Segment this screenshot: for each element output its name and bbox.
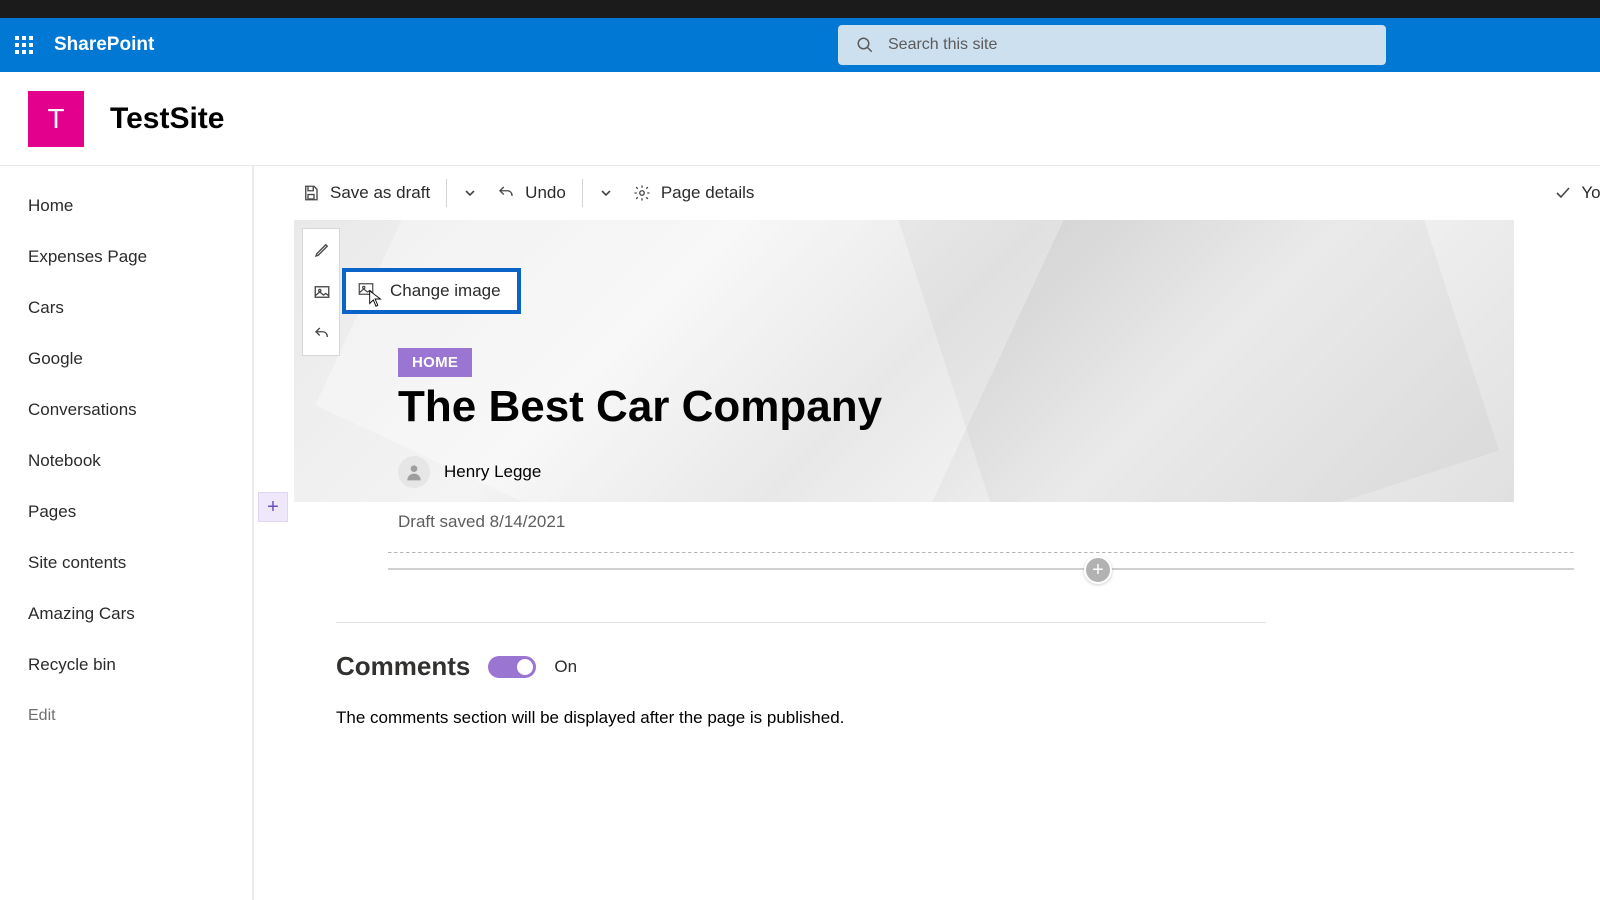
undo-dropdown[interactable]: [589, 187, 623, 199]
comments-toggle-label: On: [554, 657, 577, 677]
gear-icon: [633, 184, 651, 202]
person-icon: [404, 462, 424, 482]
nav-item-home[interactable]: Home: [0, 180, 252, 231]
chevron-down-icon: [600, 187, 612, 199]
browser-top-bar: [0, 0, 1600, 18]
draft-status: Draft saved 8/14/2021: [294, 512, 1514, 532]
author-row: Henry Legge: [398, 456, 541, 488]
reset-tool-button[interactable]: [303, 313, 341, 355]
checkmark-icon: [1555, 185, 1571, 201]
nav-item-cars[interactable]: Cars: [0, 282, 252, 333]
avatar[interactable]: [398, 456, 430, 488]
dashed-line: [388, 552, 1574, 553]
site-title[interactable]: TestSite: [110, 102, 224, 136]
hero-badge: HOME: [398, 348, 472, 377]
save-as-draft-button[interactable]: Save as draft: [292, 177, 440, 209]
comments-block: Comments On The comments section will be…: [294, 622, 1514, 728]
site-logo[interactable]: T: [28, 91, 84, 147]
undo-icon: [497, 184, 515, 202]
comments-heading: Comments: [336, 651, 470, 682]
nav-item-conversations[interactable]: Conversations: [0, 384, 252, 435]
page-title[interactable]: The Best Car Company: [398, 382, 882, 432]
separator: [336, 622, 1266, 623]
edit-tool-button[interactable]: [303, 229, 341, 271]
cursor-icon: [366, 290, 386, 308]
solid-line: [388, 568, 1574, 570]
app-launcher-button[interactable]: [0, 18, 48, 72]
left-navigation: Home Expenses Page Cars Google Conversat…: [0, 166, 254, 900]
divider: [446, 179, 447, 207]
comments-hint: The comments section will be displayed a…: [336, 708, 1514, 728]
nav-item-pages[interactable]: Pages: [0, 486, 252, 537]
nav-item-google[interactable]: Google: [0, 333, 252, 384]
page-details-label: Page details: [661, 183, 755, 203]
suite-brand[interactable]: SharePoint: [54, 34, 154, 56]
page-details-button[interactable]: Page details: [623, 177, 765, 209]
nav-item-notebook[interactable]: Notebook: [0, 435, 252, 486]
hero-edit-toolbar: [302, 228, 340, 356]
comments-toggle[interactable]: [488, 656, 536, 678]
suite-header: SharePoint: [0, 18, 1600, 72]
nav-item-expenses[interactable]: Expenses Page: [0, 231, 252, 282]
author-name[interactable]: Henry Legge: [444, 462, 541, 482]
nav-item-sitecontents[interactable]: Site contents: [0, 537, 252, 588]
hero-banner[interactable]: Change image HOME The Best Car Company H…: [294, 220, 1514, 502]
chevron-down-icon: [464, 187, 476, 199]
undo-button[interactable]: Undo: [487, 177, 576, 209]
site-header: T TestSite: [0, 72, 1600, 166]
save-label: Save as draft: [330, 183, 430, 203]
image-tool-button[interactable]: [303, 271, 341, 313]
search-icon: [856, 36, 874, 54]
undo-label: Undo: [525, 183, 566, 203]
tooltip-label: Change image: [390, 281, 501, 301]
save-dropdown[interactable]: [453, 187, 487, 199]
change-image-tooltip[interactable]: Change image: [342, 268, 521, 314]
nav-edit-link[interactable]: Edit: [0, 690, 252, 741]
pencil-icon: [313, 241, 331, 259]
add-webpart-button[interactable]: +: [1084, 556, 1112, 584]
command-bar: Save as draft Undo Page details You: [254, 166, 1600, 220]
undo-icon: [313, 325, 331, 343]
save-icon: [302, 184, 320, 202]
image-icon: [313, 283, 331, 301]
search-box[interactable]: [838, 25, 1386, 65]
status-indicator: You: [1555, 166, 1600, 220]
nav-item-amazingcars[interactable]: Amazing Cars: [0, 588, 252, 639]
section-divider: +: [294, 552, 1514, 592]
waffle-icon: [15, 36, 33, 54]
content-area: Save as draft Undo Page details You: [254, 166, 1600, 900]
status-label: You: [1581, 183, 1600, 203]
add-section-button[interactable]: +: [258, 492, 288, 522]
nav-item-recyclebin[interactable]: Recycle bin: [0, 639, 252, 690]
divider: [582, 179, 583, 207]
hero-area: Change image HOME The Best Car Company H…: [294, 220, 1514, 728]
search-input[interactable]: [888, 36, 1368, 54]
